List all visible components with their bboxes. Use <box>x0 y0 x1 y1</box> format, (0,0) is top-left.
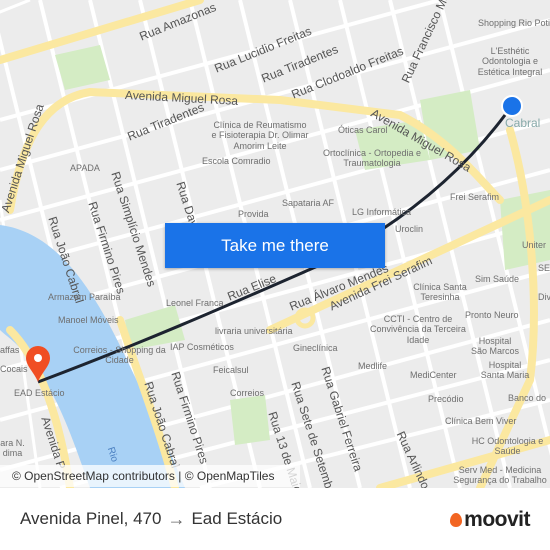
poi-label: Hospital Santa Maria <box>480 360 530 381</box>
origin-name: Avenida Pinel, 470 <box>20 509 162 528</box>
moovit-logo: moovit <box>450 508 530 532</box>
poi-label: Precódio <box>428 394 464 404</box>
poi-label: Correios <box>230 388 265 398</box>
poi-label: Clínica de Reumatismo e Fisioterapia Dr.… <box>211 120 309 151</box>
poi-label: Sapataria AF <box>282 198 335 208</box>
poi-label: Armazém Paraíba <box>48 292 121 302</box>
poi-label: Manoel Móveis <box>58 315 119 325</box>
poi-label: Uroclin <box>395 224 424 234</box>
destination-label: EAD Estácio <box>14 388 65 398</box>
footer: Avenida Pinel, 470 → Ead Estácio moovit <box>0 488 550 550</box>
poi-label: Shopping Rio Poti <box>478 18 550 28</box>
poi-label: Uniter <box>522 240 547 250</box>
moovit-pin-icon <box>450 513 463 527</box>
map-attribution[interactable]: © OpenStreetMap contributors | © OpenMap… <box>0 465 300 487</box>
poi-label: Feicalsul <box>213 365 249 375</box>
take-me-there-button[interactable]: Take me there <box>165 223 385 268</box>
poi-label: Gineclínica <box>293 343 338 353</box>
poi-label: Provida <box>238 209 269 219</box>
poi-label: Clínica Bem Viver <box>445 416 517 426</box>
poi-label: Frei Serafim <box>450 192 500 202</box>
poi-label: MediCenter <box>410 370 457 380</box>
poi-label: ara N. dima <box>0 438 25 459</box>
poi-label: Hospital São Marcos <box>470 336 520 357</box>
poi-label: L'Esthétic Odontologia e Estética Integr… <box>477 46 543 77</box>
poi-label: CCTI - Centro de Convivência da Terceira… <box>370 314 466 345</box>
poi-label: Correios - Shopping da Cidade <box>73 345 166 366</box>
poi-label: affas <box>0 345 20 355</box>
route-summary: Avenida Pinel, 470 → Ead Estácio <box>20 509 282 530</box>
origin-marker <box>501 95 523 117</box>
poi-label: SES <box>538 263 550 273</box>
map[interactable]: Rua Amazonas Rua Lucidio Freitas Rua Tir… <box>0 0 550 488</box>
poi-label: LG Informática <box>352 207 412 217</box>
poi-label: Pronto Neuro <box>465 310 519 320</box>
poi-label: Serv Med - Medicina Segurança do Trabalh… <box>453 465 547 486</box>
destination-name: Ead Estácio <box>191 509 283 528</box>
poi-label: Óticas Carol <box>338 125 388 135</box>
arrow-right-icon: → <box>167 508 186 529</box>
poi-label: Leonel Franca <box>166 298 224 308</box>
brand-name: moovit <box>464 508 530 531</box>
poi-label: Escola Comradio <box>202 156 271 166</box>
poi-label: IAP Cosméticos <box>170 342 234 352</box>
poi-label: Sim Saúde <box>475 274 520 284</box>
poi-label: Clínica Santa Teresinha <box>413 282 467 303</box>
poi-label: APADA <box>70 163 100 173</box>
origin-label: Cabral <box>505 116 541 130</box>
poi-label: Div <box>538 292 550 302</box>
poi-label: HC Odontologia e Saúde <box>471 436 544 457</box>
poi-label: Cocais <box>0 364 28 374</box>
poi-label: Medlife <box>358 361 388 371</box>
poi-label: Banco do <box>508 393 547 403</box>
poi-label: livraria universitária <box>215 326 293 336</box>
poi-label: Ortoclínica - Ortopedia e Traumatologia <box>322 148 422 169</box>
